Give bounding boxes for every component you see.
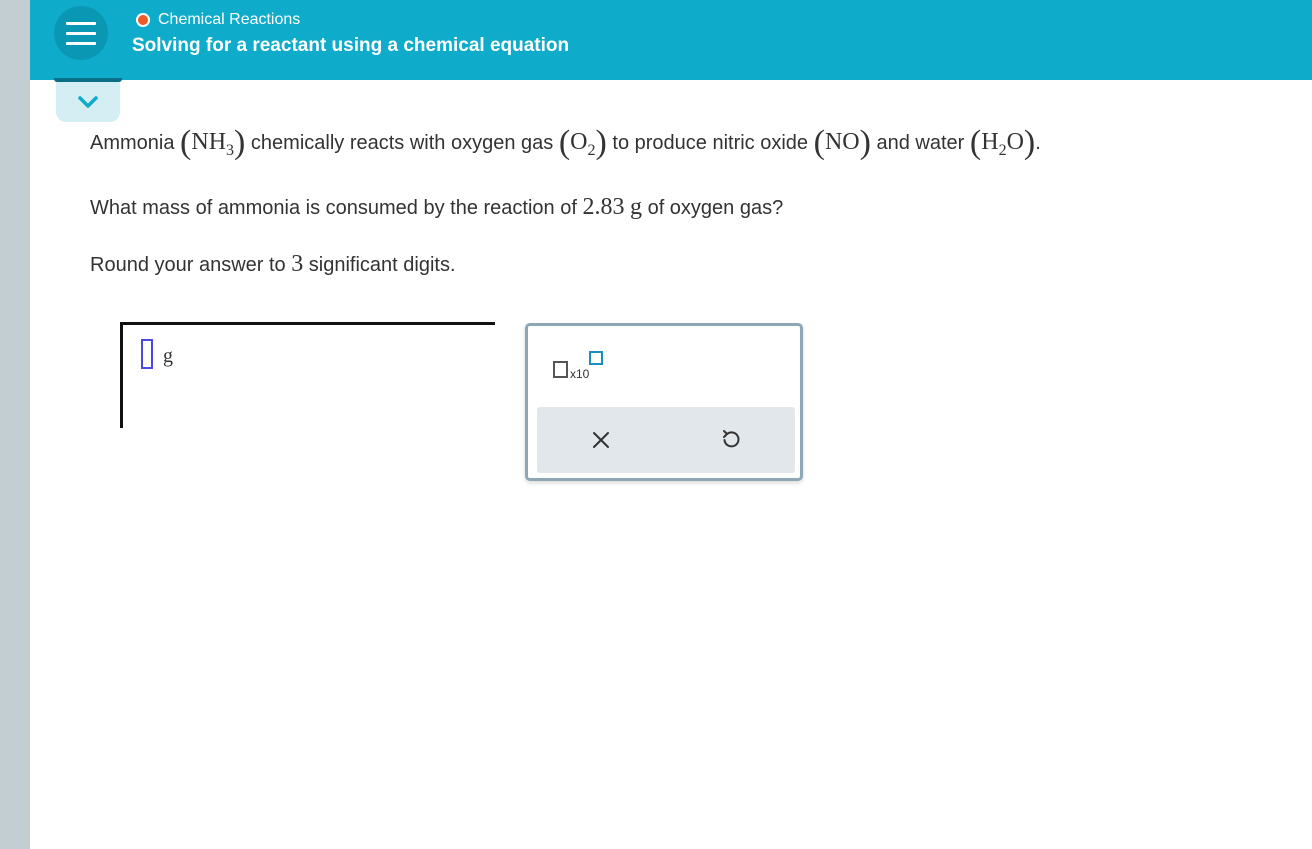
text-segment: to produce nitric oxide (606, 132, 814, 154)
hamburger-icon-bar (66, 21, 96, 25)
paren-close: ) (1023, 124, 1036, 161)
left-rail (0, 0, 30, 849)
paren-close: ) (234, 124, 246, 161)
answer-unit: g (163, 345, 173, 367)
paren-open: ( (969, 124, 982, 161)
text-segment: significant digits. (303, 254, 456, 276)
paren-open: ( (813, 124, 825, 161)
text-segment: of oxygen gas? (642, 197, 784, 219)
given-mass-unit: g (630, 194, 643, 220)
formula-main: O (1006, 129, 1024, 155)
formula-main: NH (191, 129, 227, 155)
undo-button[interactable] (715, 424, 747, 456)
paren-open: ( (558, 124, 571, 161)
formula-subscript: 2 (998, 142, 1007, 159)
answer-input[interactable] (141, 339, 153, 369)
formula-subscript: 2 (587, 142, 596, 159)
text-segment: . (1035, 132, 1041, 154)
undo-icon (723, 430, 740, 448)
math-palette: x10 (525, 323, 803, 481)
page-title: Solving for a reactant using a chemical … (132, 35, 570, 56)
text-segment: Round your answer to (90, 254, 292, 276)
text-segment: What mass of ammonia is consumed by the … (90, 197, 583, 219)
formula-main: H (981, 129, 999, 155)
problem-statement-line-1: Ammonia (NH3) chemically reacts with oxy… (90, 124, 1041, 162)
menu-button[interactable] (54, 6, 108, 60)
text-segment: Ammonia (90, 132, 181, 154)
close-icon (593, 432, 609, 448)
paren-open: ( (180, 124, 192, 161)
formula-h2o: H2O (981, 129, 1024, 159)
paren-close: ) (595, 124, 607, 161)
text-segment: and water (870, 132, 970, 154)
formula-no: NO (824, 129, 860, 155)
problem-question: What mass of ammonia is consumed by the … (90, 194, 783, 221)
formula-subscript: 3 (226, 142, 235, 159)
palette-action-bar (537, 407, 795, 473)
formula-o2: O2 (570, 129, 595, 159)
clear-button[interactable] (585, 424, 617, 456)
sig-digits-value: 3 (291, 251, 304, 277)
answer-area: g (120, 322, 495, 428)
paren-close: ) (859, 124, 871, 161)
formula-main: O (570, 129, 588, 155)
hamburger-icon-bar (66, 31, 96, 35)
collapse-toggle-button[interactable] (56, 82, 120, 122)
rounding-instruction: Round your answer to 3 significant digit… (90, 251, 456, 278)
x10-label: x10 (570, 367, 590, 381)
chevron-down-icon (78, 96, 98, 108)
topic-breadcrumb: Chemical Reactions (136, 10, 300, 30)
exponent-box-icon (589, 351, 603, 365)
scientific-notation-button[interactable]: x10 (550, 350, 610, 384)
status-dot-icon (136, 13, 150, 27)
given-mass-value: 2.83 (582, 194, 625, 220)
text-segment: chemically reacts with oxygen gas (245, 132, 559, 154)
formula-nh3: NH3 (191, 129, 234, 159)
topic-label: Chemical Reactions (158, 11, 301, 28)
mantissa-box-icon (553, 361, 568, 378)
hamburger-icon-bar (66, 41, 96, 45)
